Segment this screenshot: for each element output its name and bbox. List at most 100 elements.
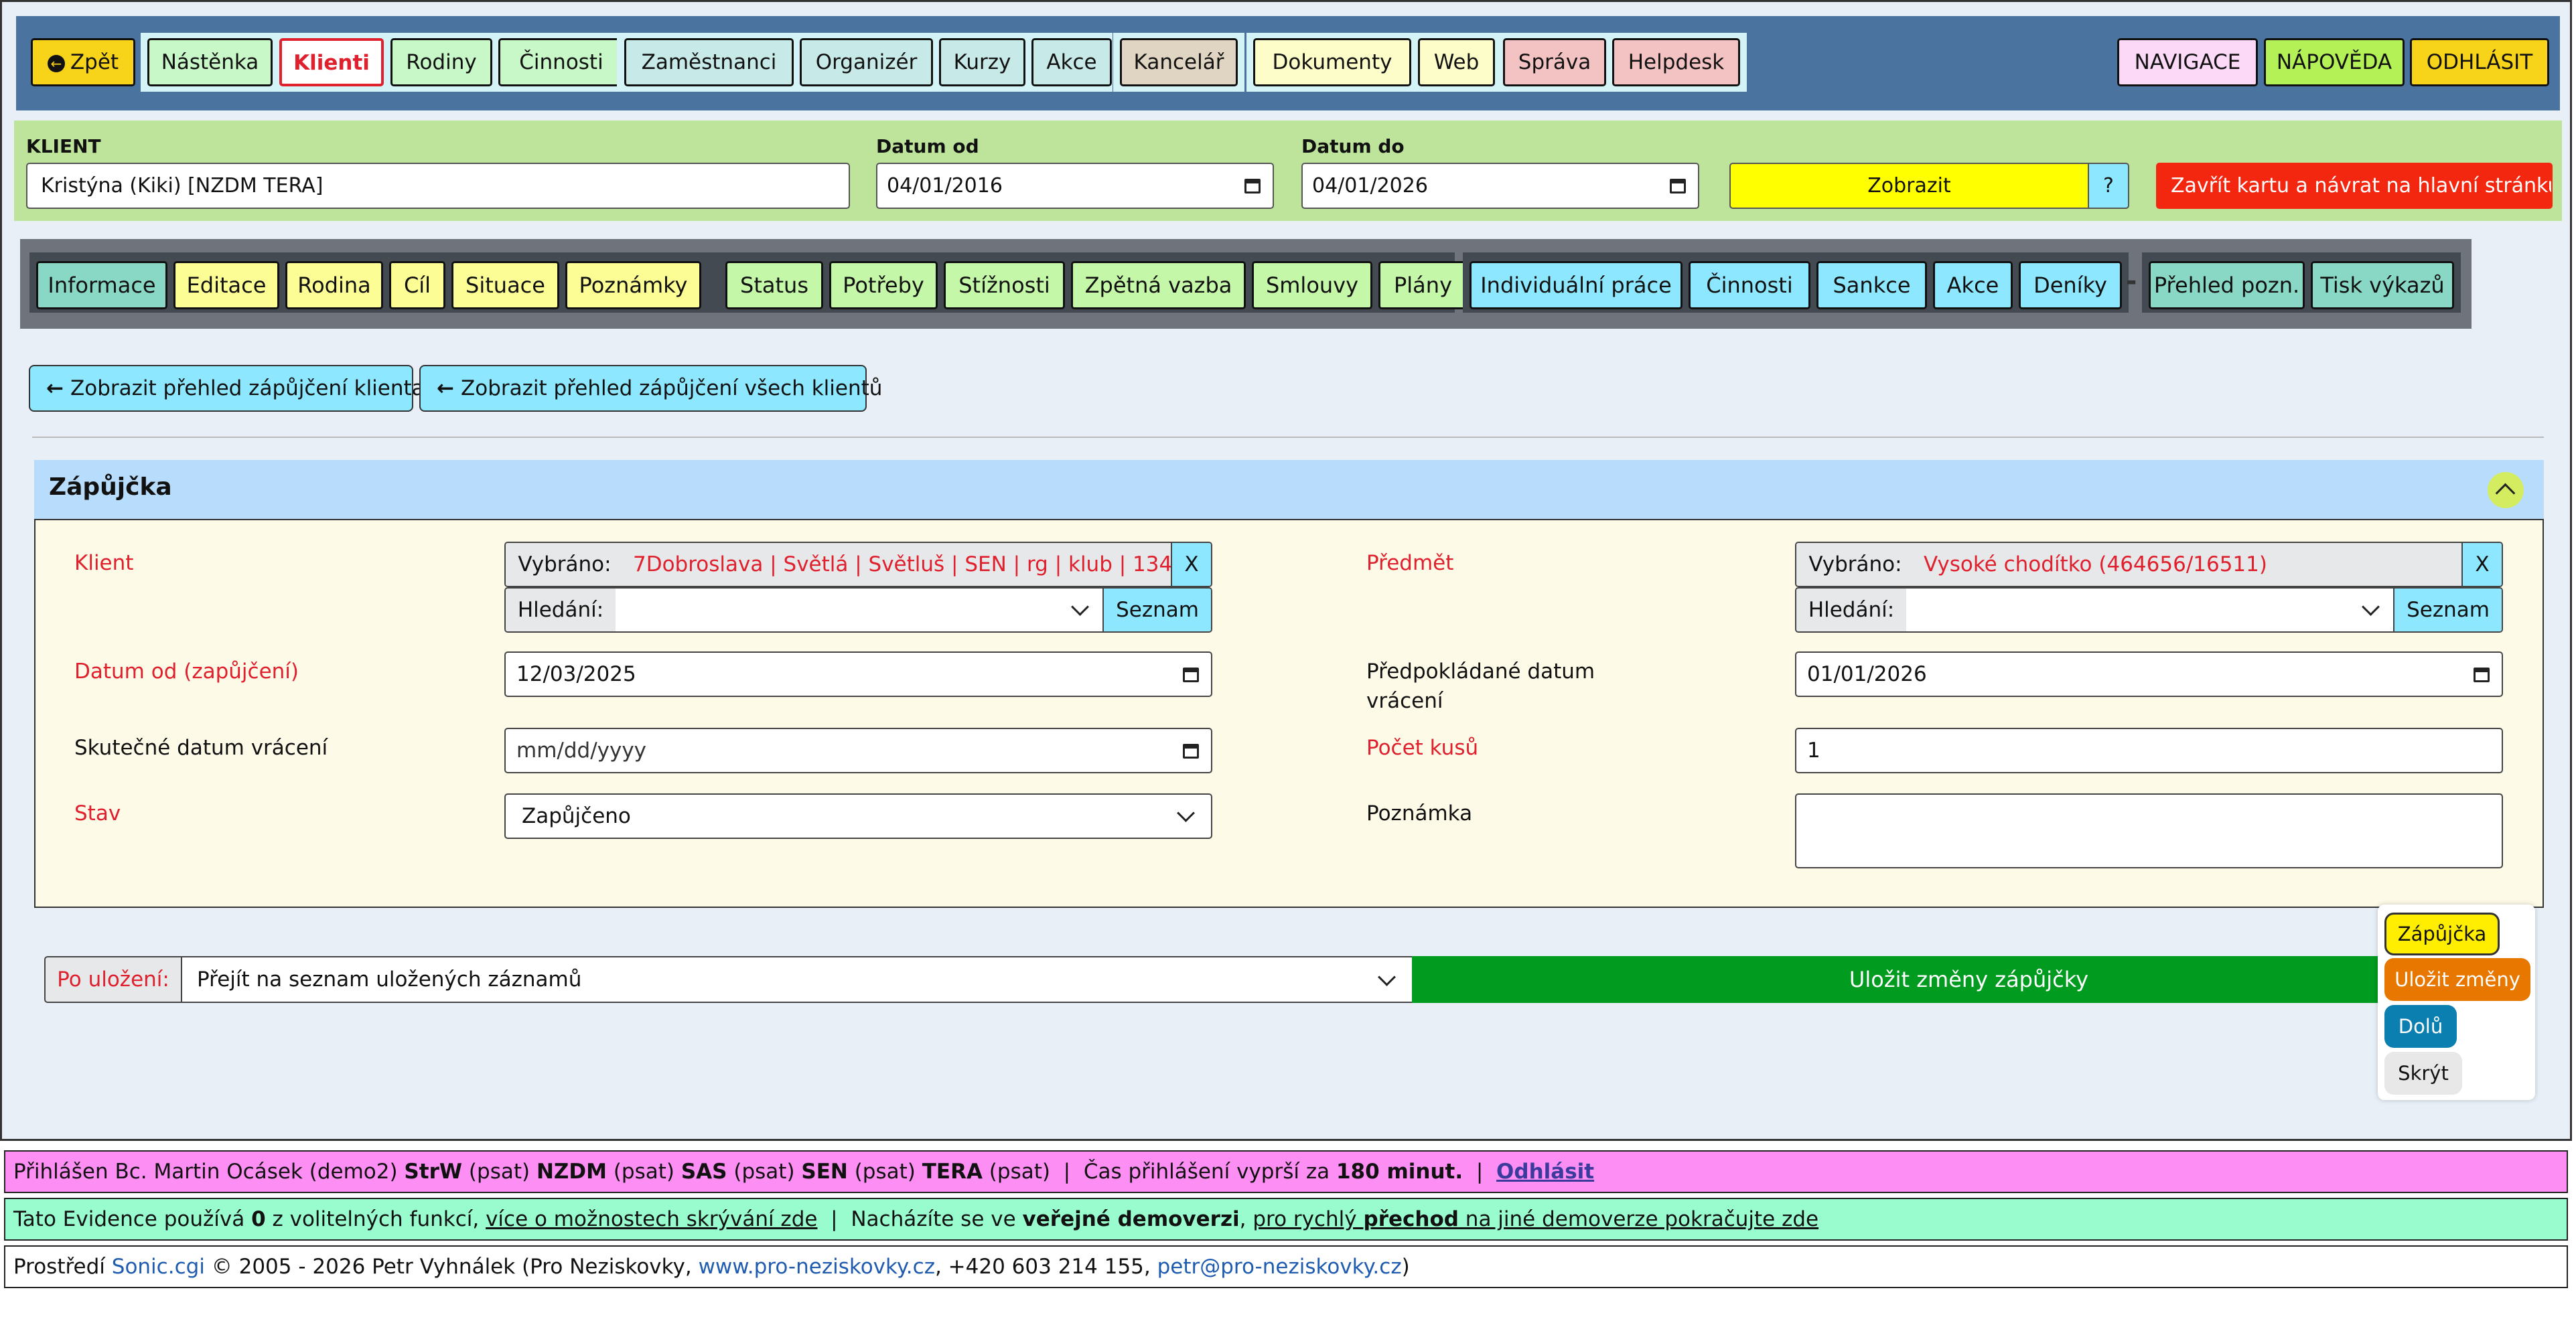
client-search-select[interactable] <box>616 589 1105 631</box>
save-bar: Po uložení: Přejít na seznam uložených z… <box>44 956 2526 1003</box>
tab-individualni-prace[interactable]: Individuální práce <box>1470 261 1683 309</box>
hiding-options-link[interactable]: více o možnostech skrývání zde <box>486 1207 817 1231</box>
nav-employees[interactable]: Zaměstnanci <box>624 38 794 86</box>
float-hide-button[interactable]: Skrýt <box>2384 1052 2462 1095</box>
tab-akce[interactable]: Akce <box>1933 261 2013 309</box>
login-info-bar: Přihlášen Bc. Martin Ocásek (demo2) StrW… <box>4 1150 2568 1193</box>
loan-date-input[interactable]: 12/03/2025 <box>504 651 1212 697</box>
quantity-label: Počet kusů <box>1366 736 1479 760</box>
nav-web[interactable]: Web <box>1418 38 1495 86</box>
client-field-label: Klient <box>74 551 134 575</box>
tab-cinnosti[interactable]: Činnosti <box>1689 261 1810 309</box>
top-navigation: ← Zpět Nástěnka Klienti Rodiny Činnosti Z… <box>16 16 2560 110</box>
logout-button[interactable]: ODHLÁSIT <box>2410 38 2549 86</box>
chevron-up-icon[interactable] <box>2488 472 2524 508</box>
status-select[interactable]: Zapůjčeno <box>504 793 1212 839</box>
nav-clients[interactable]: Klienti <box>279 38 384 86</box>
tab-sankce[interactable]: Sankce <box>1816 261 1927 309</box>
show-help-button[interactable]: ? <box>2088 163 2129 209</box>
tab-poznamky[interactable]: Poznámky <box>565 261 701 309</box>
save-loan-button[interactable]: Uložit změny zápůjčky <box>1412 956 2526 1003</box>
calendar-icon[interactable] <box>1183 668 1199 682</box>
copyright-bar: Prostředí Sonic.cgi © 2005 - 2026 Petr V… <box>4 1245 2568 1288</box>
close-card-button[interactable]: Zavřít kartu a návrat na hlavní stránku <box>2156 163 2553 209</box>
tab-editace[interactable]: Editace <box>173 261 279 309</box>
tab-plany[interactable]: Plány <box>1378 261 1468 309</box>
quantity-input[interactable]: 1 <box>1795 728 2503 773</box>
tab-potreby[interactable]: Potřeby <box>829 261 938 309</box>
show-button[interactable]: Zobrazit <box>1729 163 2089 209</box>
all-loans-overview-button[interactable]: ← Zobrazit přehled zápůjčení všech klient… <box>419 365 882 412</box>
selected-prefix: Vybráno: <box>1796 543 1916 586</box>
float-zapujcka-button[interactable]: Zápůjčka <box>2384 913 2500 955</box>
tab-zpetna-vazba[interactable]: Zpětná vazba <box>1071 261 1246 309</box>
tab-cil[interactable]: Cíl <box>389 261 445 309</box>
item-remove-button[interactable]: X <box>2461 543 2502 586</box>
date-to-input[interactable]: 04/01/2026 <box>1301 163 1699 209</box>
tab-stiznosti[interactable]: Stížnosti <box>944 261 1065 309</box>
nav-families[interactable]: Rodiny <box>390 38 492 86</box>
email-link[interactable]: petr@pro-neziskovky.cz <box>1157 1255 1402 1279</box>
arrow-left-circle-icon: ← <box>47 54 65 72</box>
tab-smlouvy[interactable]: Smlouvy <box>1252 261 1372 309</box>
tab-informace[interactable]: Informace <box>36 261 167 309</box>
chevron-down-icon <box>1177 804 1195 822</box>
calendar-icon[interactable] <box>2474 668 2490 682</box>
client-remove-button[interactable]: X <box>1171 543 1211 586</box>
float-down-button[interactable]: Dolů <box>2384 1005 2457 1048</box>
item-selected-group: Vybráno: Vysoké chodítko (464656/16511) … <box>1795 542 2503 587</box>
website-link[interactable]: www.pro-neziskovky.cz <box>699 1255 935 1279</box>
actual-return-input[interactable]: mm/dd/yyyy <box>504 728 1212 773</box>
navigation-button[interactable]: NAVIGACE <box>2117 38 2258 86</box>
search-prefix: Hledání: <box>1796 589 1908 631</box>
footer-logout-link[interactable]: Odhlásit <box>1496 1160 1594 1184</box>
nav-dashboard[interactable]: Nástěnka <box>147 38 273 86</box>
calendar-icon[interactable] <box>1244 179 1261 193</box>
app-window: ← Zpět Nástěnka Klienti Rodiny Činnosti Z… <box>0 0 2572 1141</box>
calendar-icon[interactable] <box>1670 179 1686 193</box>
after-save-select[interactable]: Přejít na seznam uložených záznamů <box>181 956 1413 1003</box>
item-selected-value: Vysoké chodítko (464656/16511) <box>1914 543 2466 586</box>
selected-prefix: Vybráno: <box>506 543 625 586</box>
tab-rodina[interactable]: Rodina <box>285 261 383 309</box>
calendar-icon[interactable] <box>1183 744 1199 759</box>
nav-admin[interactable]: Správa <box>1503 38 1606 86</box>
client-list-button[interactable]: Seznam <box>1102 589 1211 631</box>
nav-events[interactable]: Akce <box>1031 38 1112 86</box>
float-save-button[interactable]: Uložit změny <box>2384 958 2530 1001</box>
after-save-label: Po uložení: <box>44 956 182 1003</box>
tab-prehled-pozn[interactable]: Přehled pozn. <box>2149 261 2305 309</box>
arrow-left-icon: ← <box>46 376 64 400</box>
help-button[interactable]: NÁPOVĚDA <box>2264 38 2405 86</box>
floating-actions: Zápůjčka Uložit změny Dolů Skrýt <box>2378 905 2535 1100</box>
tab-tisk-vykazu[interactable]: Tisk výkazů <box>2311 261 2454 309</box>
client-input[interactable]: Kristýna (Kiki) [NZDM TERA] <box>26 163 850 209</box>
nav-courses[interactable]: Kurzy <box>939 38 1025 86</box>
filter-bar: KLIENT Kristýna (Kiki) [NZDM TERA] Datum… <box>14 121 2562 221</box>
back-button[interactable]: ← Zpět <box>31 38 135 86</box>
nav-office[interactable]: Kancelář <box>1120 38 1238 86</box>
date-to-label: Datum do <box>1301 135 1405 157</box>
other-demo-link[interactable]: pro rychlý přechod na jiné demoverze pok… <box>1253 1207 1818 1231</box>
evidence-info-bar: Tato Evidence používá 0 z volitelných fu… <box>4 1198 2568 1241</box>
date-from-input[interactable]: 04/01/2016 <box>876 163 1274 209</box>
nav-helpdesk[interactable]: Helpdesk <box>1612 38 1740 86</box>
nav-organizer[interactable]: Organizér <box>800 38 933 86</box>
client-selected-group: Vybráno: 7Dobroslava | Světlá | Světluš … <box>504 542 1212 587</box>
tab-status[interactable]: Status <box>725 261 823 309</box>
chevron-down-icon <box>2362 598 2380 616</box>
tab-separator: - <box>2125 266 2137 297</box>
tab-deniky[interactable]: Deníky <box>2019 261 2122 309</box>
nav-activities[interactable]: Činnosti <box>498 38 624 86</box>
expected-return-input[interactable]: 01/01/2026 <box>1795 651 2503 697</box>
divider <box>32 437 2544 438</box>
item-search-select[interactable] <box>1906 589 2396 631</box>
tab-situace[interactable]: Situace <box>451 261 559 309</box>
note-textarea[interactable] <box>1795 793 2503 868</box>
client-loans-overview-button[interactable]: ← Zobrazit přehled zápůjčení klienta <box>29 365 425 412</box>
item-list-button[interactable]: Seznam <box>2393 589 2502 631</box>
search-prefix: Hledání: <box>506 589 617 631</box>
date-from-label: Datum od <box>876 135 979 157</box>
nav-documents[interactable]: Dokumenty <box>1253 38 1411 86</box>
sonic-link[interactable]: Sonic.cgi <box>112 1255 205 1279</box>
